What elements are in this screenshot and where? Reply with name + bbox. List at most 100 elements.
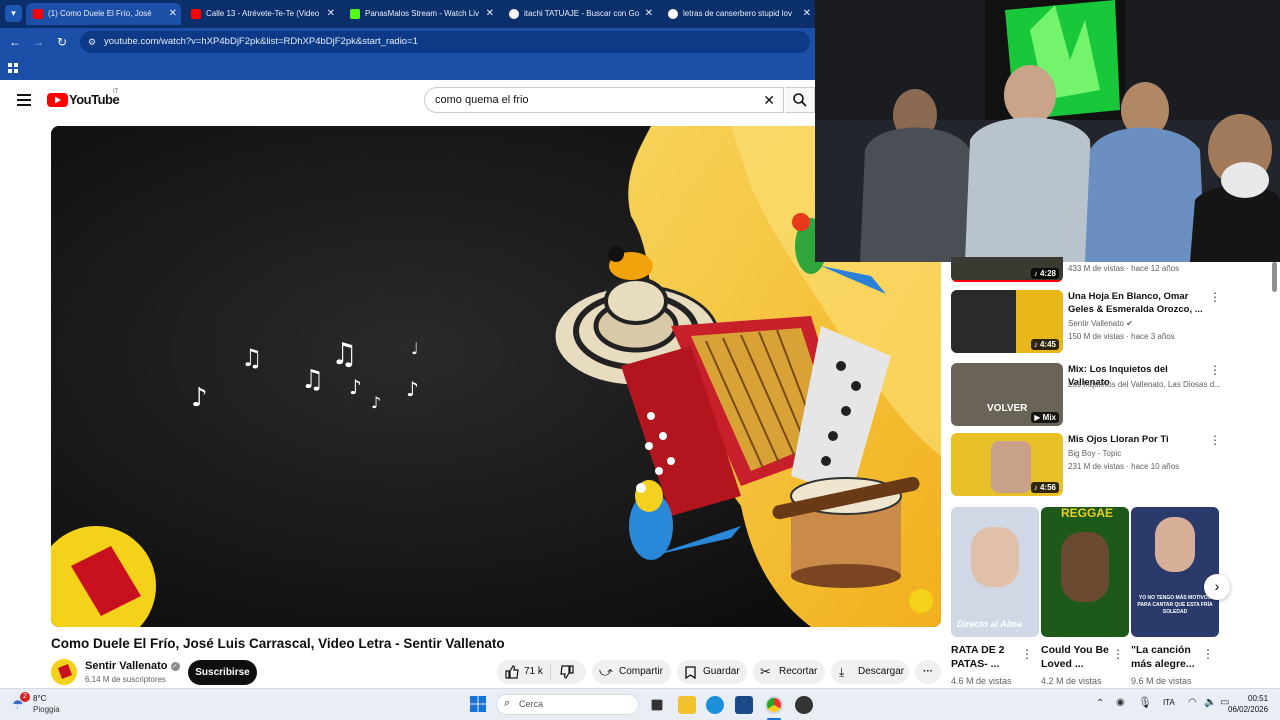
more-actions-button[interactable]: ··· xyxy=(915,660,941,684)
microphone-icon[interactable]: 🎙 xyxy=(1138,696,1152,709)
thumbs-up-icon xyxy=(505,665,519,679)
tab-como-duele[interactable]: (1) Como Duele El Frío, José ✕ xyxy=(26,3,181,25)
search-query-text: como quema el frio xyxy=(435,94,529,106)
duration-text: 4:28 xyxy=(1039,269,1056,278)
search-input[interactable]: como quema el frio ✕ xyxy=(424,87,784,113)
save-button[interactable]: Guardar xyxy=(677,660,747,684)
thumb-face xyxy=(991,441,1031,493)
hamburger-menu-icon[interactable] xyxy=(17,93,31,106)
download-button[interactable]: ⤓ Descargar xyxy=(831,660,909,684)
share-icon: ⤻ xyxy=(599,664,613,679)
video-title[interactable]: Mis Ojos Lloran Por Ti xyxy=(1068,433,1203,446)
tab-label: PanasMalos Stream - Watch Liv xyxy=(365,9,479,18)
more-options-icon[interactable]: ⋮ xyxy=(1209,290,1221,304)
thumb-face xyxy=(971,527,1019,587)
video-meta: 231 M de vistas · hace 10 años xyxy=(1068,462,1180,471)
task-view-icon[interactable] xyxy=(651,699,663,711)
short-thumbnail[interactable]: REGGAE xyxy=(1041,507,1129,637)
chevron-up-icon[interactable]: ⌃ xyxy=(1096,698,1104,709)
short-views: 4.2 M de vistas xyxy=(1041,676,1102,686)
close-tab-icon[interactable]: ✕ xyxy=(486,3,494,25)
shorts-next-button[interactable]: › xyxy=(1204,574,1230,600)
more-options-icon[interactable]: ⋮ xyxy=(1209,433,1221,447)
close-tab-icon[interactable]: ✕ xyxy=(169,3,177,25)
edge-browser-icon[interactable] xyxy=(706,696,724,714)
video-player[interactable]: ♪ ♫ ♫ ♫ ♪ ♪ ♪ ♩ xyxy=(51,126,941,627)
clock-date[interactable]: 06/02/2026 xyxy=(1228,705,1268,714)
forward-icon[interactable]: → xyxy=(29,33,47,51)
close-tab-icon[interactable]: ✕ xyxy=(803,3,811,25)
recommended-video-0[interactable]: ♪ 4:28 433 M de vistas · hace 12 años xyxy=(951,257,1271,286)
reload-icon[interactable]: ↻ xyxy=(53,33,71,51)
tab-label: letras de canserbero stupid lov xyxy=(683,9,792,18)
close-tab-icon[interactable]: ✕ xyxy=(327,3,335,25)
more-options-icon[interactable]: ⋮ xyxy=(1202,647,1214,661)
site-info-icon[interactable]: ⚙ xyxy=(88,31,96,53)
language-indicator[interactable]: ITA xyxy=(1163,698,1175,707)
clear-search-icon[interactable]: ✕ xyxy=(763,88,775,112)
start-button[interactable] xyxy=(470,696,486,712)
search-button[interactable] xyxy=(785,87,815,113)
back-icon[interactable]: ← xyxy=(6,33,24,51)
short-thumbnail[interactable]: Directo al Alma xyxy=(951,507,1039,637)
webcam-feed-image xyxy=(815,0,1280,262)
video-thumbnail[interactable]: ♪ 4:28 xyxy=(951,257,1063,282)
dislike-button[interactable] xyxy=(560,665,574,679)
recommended-video-3[interactable]: ♪ 4:56 Mis Ojos Lloran Por Ti Big Boy - … xyxy=(951,433,1271,496)
bookmark-icon xyxy=(685,666,696,679)
chrome-icon[interactable] xyxy=(765,696,783,714)
browser-toolbar: ← → ↻ ⚙ youtube.com/watch?v=hXP4bDjF2pk&… xyxy=(0,28,815,56)
video-thumbnail[interactable]: VOLVER ▶ Mix xyxy=(951,363,1063,426)
tab-itachi[interactable]: itachi TATUAJE - Buscar con Go ✕ xyxy=(502,3,657,25)
tab-label: (1) Como Duele El Frío, José xyxy=(48,9,152,18)
channel-name-row: Sentir Vallenato ✓ xyxy=(85,660,180,672)
close-tab-icon[interactable]: ✕ xyxy=(645,3,653,25)
short-title[interactable]: "La canción más alegre... xyxy=(1131,643,1201,671)
volume-icon[interactable]: 🔈 xyxy=(1204,697,1216,708)
weather-widget[interactable]: ☂ 2 xyxy=(12,692,32,713)
taskbar-search[interactable]: ⌕ Cerca xyxy=(496,694,639,715)
more-options-icon[interactable]: ⋮ xyxy=(1112,647,1124,661)
like-divider xyxy=(550,665,551,679)
svg-text:♫: ♫ xyxy=(331,337,358,372)
page-scrollbar-thumb[interactable] xyxy=(1272,262,1277,292)
file-explorer-icon[interactable] xyxy=(678,696,696,714)
google-favicon-icon xyxy=(668,9,678,19)
channel-name[interactable]: Sentir Vallenato xyxy=(1068,319,1124,328)
video-thumbnail[interactable]: ♪ 4:56 xyxy=(951,433,1063,496)
clip-button[interactable]: ✂ Recortar xyxy=(753,660,825,684)
tab-label: itachi TATUAJE - Buscar con Go xyxy=(524,9,640,18)
clock-time[interactable]: 00:51 xyxy=(1248,694,1268,703)
subscribe-button[interactable]: Suscribirse xyxy=(188,660,257,685)
tab-canserbero[interactable]: letras de canserbero stupid lov ✕ xyxy=(661,3,815,25)
tab-search-icon[interactable]: ▾ xyxy=(5,5,22,22)
apps-grid-icon[interactable] xyxy=(8,61,19,73)
store-icon[interactable] xyxy=(735,696,753,714)
thumb-face xyxy=(1061,532,1109,602)
tab-calle-13[interactable]: Calle 13 - Atrévete-Te-Te (Video ✕ xyxy=(184,3,339,25)
recommended-mix[interactable]: VOLVER ▶ Mix Mix: Los Inquietos del Vall… xyxy=(951,363,1271,426)
video-thumbnail[interactable]: ♪ 4:45 xyxy=(951,290,1063,353)
more-options-icon[interactable]: ⋮ xyxy=(1021,647,1033,661)
short-views: 9.6 M de vistas xyxy=(1131,676,1192,686)
more-options-icon[interactable]: ⋮ xyxy=(1209,363,1221,377)
channel-name[interactable]: Sentir Vallenato xyxy=(85,660,168,672)
status-icon[interactable]: ◉ xyxy=(1116,697,1125,708)
video-title[interactable]: Una Hoja En Blanco, Omar Geles & Esmeral… xyxy=(1068,290,1203,316)
share-label: Compartir xyxy=(619,666,663,677)
wifi-icon[interactable]: ◠ xyxy=(1188,697,1197,708)
address-bar[interactable]: ⚙ youtube.com/watch?v=hXP4bDjF2pk&list=R… xyxy=(80,31,810,53)
tab-panasmalos[interactable]: PanasMalos Stream - Watch Liv ✕ xyxy=(343,3,498,25)
channel-name[interactable]: Big Boy - Topic xyxy=(1068,449,1121,458)
recommended-video-1[interactable]: ♪ 4:45 Una Hoja En Blanco, Omar Geles & … xyxy=(951,290,1271,353)
svg-text:♪: ♪ xyxy=(406,377,419,401)
short-title[interactable]: RATA DE 2 PATAS- ... xyxy=(951,643,1021,671)
app-icon[interactable] xyxy=(795,696,813,714)
share-button[interactable]: ⤻ Compartir xyxy=(592,660,671,684)
channel-avatar[interactable] xyxy=(51,659,77,685)
corner-watermark-icon xyxy=(909,589,933,613)
youtube-play-logo-icon xyxy=(47,93,68,107)
short-title[interactable]: Could You Be Loved ... xyxy=(1041,643,1111,671)
verified-badge-icon: ✔ xyxy=(1126,319,1133,328)
short-thumbnail[interactable]: YO NO TENGO MÁS MOTIVOS PARA CANTAR QUE … xyxy=(1131,507,1219,637)
